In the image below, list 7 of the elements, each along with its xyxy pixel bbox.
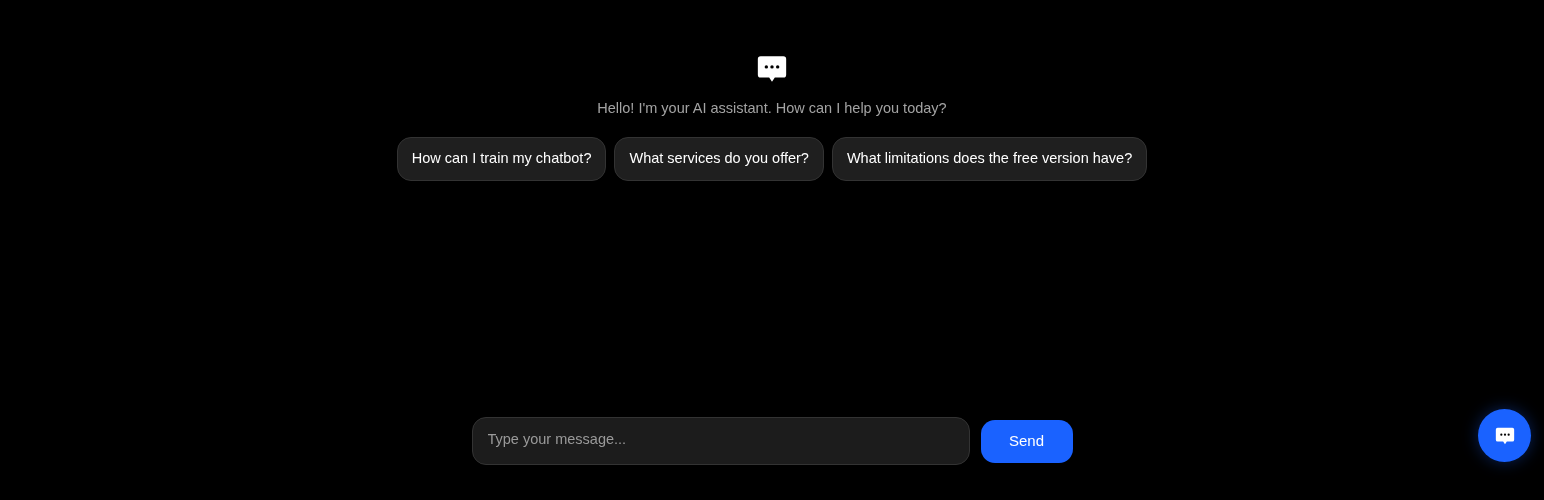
message-field[interactable]: Type your message...: [471, 417, 970, 465]
suggestion-chip[interactable]: How can I train my chatbot?: [396, 136, 607, 181]
suggestion-chip[interactable]: What limitations does the free version have?: [831, 136, 1148, 181]
suggestion-chip[interactable]: What services do you offer?: [614, 136, 824, 181]
chat-launcher-button[interactable]: [1478, 409, 1531, 462]
greeting-text: Hello! I'm your AI assistant. How can I help you today?: [597, 99, 947, 118]
send-button[interactable]: Send: [980, 419, 1073, 463]
